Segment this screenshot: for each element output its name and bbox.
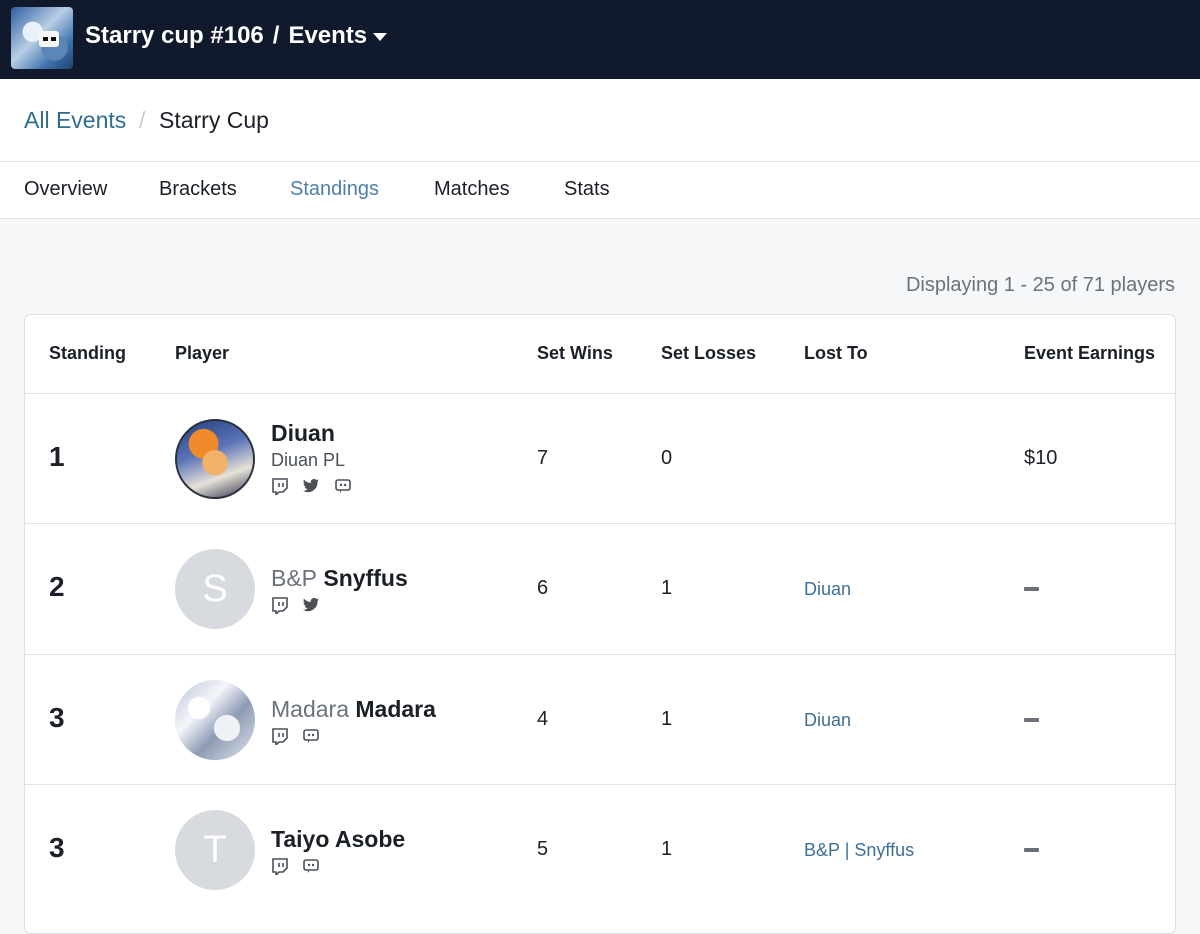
twitter-icon[interactable] (302, 477, 320, 495)
player-name-link[interactable]: B&P Snyffus (271, 565, 408, 592)
set-losses-value: 1 (661, 708, 673, 730)
social-links (271, 477, 361, 495)
lost-to-link[interactable]: Diuan (804, 579, 851, 600)
social-links (271, 727, 329, 745)
breadcrumb-all-events-link[interactable]: All Events (24, 107, 126, 134)
tournament-name[interactable]: Starry cup #106 (85, 22, 264, 49)
twitch-icon[interactable] (271, 596, 289, 614)
header-set-losses: Set Losses (661, 343, 757, 363)
table-row: 2 S B&P Snyffus 6 1 Diuan (25, 523, 1175, 654)
set-losses-value: 1 (661, 838, 673, 860)
header-player: Player (175, 343, 230, 363)
logo-eye-shape (51, 37, 56, 41)
display-count: Displaying 1 - 25 of 71 players (905, 274, 1175, 296)
table-row: 1 Diuan Diuan PL 7 0 $10 (25, 393, 1175, 524)
standing-value: 3 (49, 702, 65, 733)
tab-stats[interactable]: Stats (564, 178, 610, 201)
player-name[interactable]: Taiyo Asobe (271, 826, 405, 852)
social-links (271, 596, 329, 614)
no-earnings-dash (1024, 718, 1039, 722)
set-wins-value: 4 (537, 708, 549, 730)
section-dropdown-label[interactable]: Events (288, 22, 367, 49)
player-name[interactable]: Madara (355, 696, 436, 722)
no-earnings-dash (1024, 587, 1039, 591)
discord-icon[interactable] (302, 857, 320, 875)
player-prefix: B&P (271, 565, 318, 591)
set-wins-value: 6 (537, 577, 549, 599)
set-wins-value: 5 (537, 838, 549, 860)
avatar[interactable] (175, 419, 255, 499)
lost-to-link[interactable]: B&P | Snyffus (804, 840, 914, 861)
chevron-down-icon[interactable] (373, 33, 387, 41)
top-bar: Starry cup #106 / Events (0, 0, 1200, 79)
lost-to-link[interactable]: Diuan (804, 710, 851, 731)
standing-value: 2 (49, 571, 65, 602)
avatar[interactable]: S (175, 549, 255, 629)
twitch-icon[interactable] (271, 727, 289, 745)
twitch-icon[interactable] (271, 857, 289, 875)
player-name-link[interactable]: Madara Madara (271, 696, 436, 723)
header-event-earnings: Event Earnings (1024, 343, 1156, 363)
twitter-icon[interactable] (302, 596, 320, 614)
breadcrumb-separator: / (139, 107, 146, 133)
event-tabs: Overview Brackets Standings Matches Stat… (0, 162, 1200, 219)
tab-overview[interactable]: Overview (24, 178, 107, 201)
logo-face-shape (39, 31, 59, 47)
table-row: 3 Madara Madara 4 1 Diuan (25, 654, 1175, 785)
standing-value: 3 (49, 832, 65, 863)
player-name[interactable]: Snyffus (323, 565, 407, 591)
discord-icon[interactable] (302, 727, 320, 745)
avatar[interactable] (175, 680, 255, 760)
twitch-icon[interactable] (271, 477, 289, 495)
breadcrumb: All Events / Starry Cup (0, 79, 1200, 162)
standings-table: Standing Player Set Wins Set Losses Lost… (24, 314, 1176, 934)
player-name[interactable]: Diuan (271, 420, 335, 446)
discord-icon[interactable] (334, 477, 352, 495)
set-losses-value: 0 (661, 447, 673, 469)
header-lost-to: Lost To (804, 343, 868, 363)
tab-standings[interactable]: Standings (290, 178, 379, 201)
header-set-wins: Set Wins (537, 343, 613, 363)
player-name-link[interactable]: Taiyo Asobe (271, 826, 405, 853)
social-links (271, 857, 329, 875)
player-prefix: Madara (271, 696, 349, 722)
tab-matches[interactable]: Matches (434, 178, 510, 201)
event-earnings-value: $10 (1024, 447, 1058, 469)
tournament-logo[interactable] (11, 7, 73, 69)
breadcrumb-current: Starry Cup (159, 107, 269, 133)
tab-brackets[interactable]: Brackets (159, 178, 237, 201)
avatar[interactable]: T (175, 810, 255, 890)
header-standing: Standing (49, 343, 126, 363)
no-earnings-dash (1024, 848, 1039, 852)
logo-eye-shape (43, 37, 48, 41)
player-real-name: Diuan PL (271, 450, 346, 470)
standing-value: 1 (49, 441, 65, 472)
set-wins-value: 7 (537, 447, 549, 469)
set-losses-value: 1 (661, 577, 673, 599)
player-name-link[interactable]: Diuan (271, 420, 335, 447)
tournament-title[interactable]: Starry cup #106 / Events (85, 22, 367, 50)
title-separator: / (272, 22, 280, 49)
table-row: 3 T Taiyo Asobe 5 1 B&P | Snyffus (25, 784, 1175, 915)
